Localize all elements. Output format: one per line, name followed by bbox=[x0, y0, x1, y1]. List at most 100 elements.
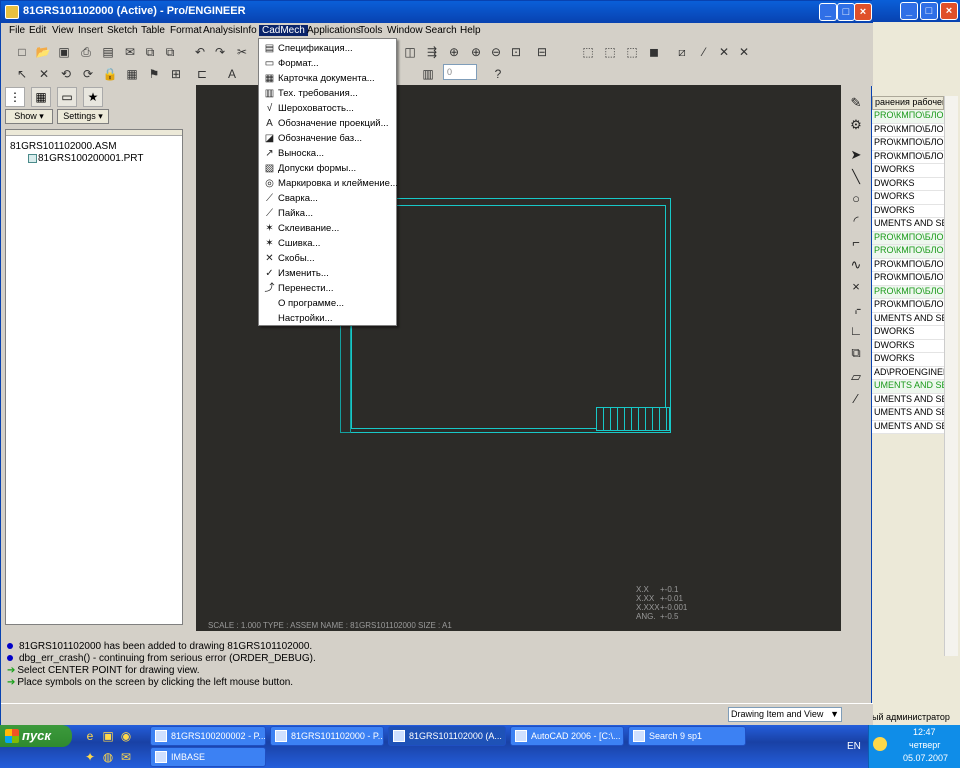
tray-icon[interactable] bbox=[873, 737, 887, 751]
minimize-icon[interactable]: _ bbox=[819, 3, 837, 21]
datum-plane-icon[interactable]: ⧄ bbox=[673, 43, 691, 61]
taskbar-button[interactable]: 81GRS101102000 - P... bbox=[270, 726, 384, 746]
cadmech-menu-item[interactable]: ✶ Склеивание... bbox=[261, 221, 395, 236]
mirror-icon[interactable]: ⧉ bbox=[845, 343, 867, 363]
redo-icon[interactable]: ↷ bbox=[211, 43, 229, 61]
menu-sketch[interactable]: Sketch bbox=[104, 25, 141, 36]
bg-file-row[interactable]: PRO\КМПО\БЛОК bbox=[872, 231, 944, 245]
text-icon[interactable]: A bbox=[223, 65, 241, 83]
cadmech-menu-item[interactable]: ◎ Маркировка и клеймение... bbox=[261, 176, 398, 191]
mail-icon[interactable]: ✉ bbox=[121, 43, 139, 61]
bg-file-row[interactable]: PRO\КМПО\БЛОК bbox=[872, 137, 944, 151]
bg-file-row[interactable]: DWORKS bbox=[872, 177, 944, 191]
layer-tree-tab-icon[interactable]: ▦ bbox=[31, 87, 51, 107]
line-icon[interactable]: ╲ bbox=[845, 167, 867, 187]
quicklaunch-desktop-icon[interactable]: ▣ bbox=[100, 728, 116, 744]
open-folder-icon[interactable]: 📂 bbox=[34, 43, 52, 61]
align-icon[interactable]: ⊏ bbox=[193, 65, 211, 83]
quicklaunch-ie-icon[interactable]: e bbox=[82, 728, 98, 744]
bg-file-row[interactable]: AD\PROENGINEER\ bbox=[872, 366, 944, 380]
maximize-icon[interactable]: □ bbox=[837, 3, 855, 21]
bg-file-row[interactable]: DWORKS bbox=[872, 204, 944, 218]
select-icon[interactable]: ↖ bbox=[13, 65, 31, 83]
datum-point-icon[interactable]: ✕ bbox=[715, 43, 733, 61]
quicklaunch-media-icon[interactable]: ◉ bbox=[118, 728, 134, 744]
layers-icon[interactable]: ⊞ bbox=[167, 65, 185, 83]
cadmech-menu-item[interactable]: ◪ Обозначение баз... bbox=[261, 131, 395, 146]
start-button[interactable]: пуск bbox=[0, 725, 72, 747]
model-tree-icon[interactable]: ⚑ bbox=[145, 65, 163, 83]
bg-file-row[interactable]: DWORKS bbox=[872, 353, 944, 367]
bg-file-row[interactable]: PRO\КМПО\БЛОК bbox=[872, 123, 944, 137]
refresh-icon[interactable]: ⟳ bbox=[79, 65, 97, 83]
menu-edit[interactable]: Edit bbox=[26, 25, 49, 36]
menu-cadmech[interactable]: CadMech bbox=[259, 25, 308, 36]
menu-applications[interactable]: Applications bbox=[304, 25, 364, 36]
orient-icon[interactable]: ⊟ bbox=[533, 43, 551, 61]
bg-file-row[interactable]: PRO\КМПО\БЛОК bbox=[872, 272, 944, 286]
pointer-icon[interactable]: ➤ bbox=[845, 145, 867, 165]
cadmech-menu-item[interactable]: ✓ Изменить... bbox=[261, 266, 395, 281]
spline-icon[interactable]: ∿ bbox=[845, 255, 867, 275]
menu-view[interactable]: View bbox=[49, 25, 77, 36]
quicklaunch-app2-icon[interactable]: ◍ bbox=[100, 749, 116, 765]
bg-file-row[interactable]: PRO\КМПО\БЛОК bbox=[872, 285, 944, 299]
print-preview-icon[interactable]: ▤ bbox=[99, 43, 117, 61]
save-icon[interactable]: ▣ bbox=[55, 43, 73, 61]
bg-file-row[interactable]: UMENTS AND SETT bbox=[872, 218, 944, 232]
bg-file-row[interactable]: PRO\КМПО\БЛОК bbox=[872, 299, 944, 313]
taskbar-button[interactable]: Search 9 sp1 bbox=[628, 726, 746, 746]
folder-browser-tab-icon[interactable]: ▭ bbox=[57, 87, 77, 107]
menu-table[interactable]: Table bbox=[138, 25, 168, 36]
cadmech-menu-item[interactable]: ⟋ Сварка... bbox=[261, 191, 395, 206]
taskbar-button[interactable]: AutoCAD 2006 - [C:\... bbox=[510, 726, 624, 746]
model-tree-tab-icon[interactable]: ⋮ bbox=[5, 87, 25, 107]
show-dropdown[interactable]: Show ▾ bbox=[5, 109, 53, 124]
bg-file-row[interactable]: PRO\КМПО\БЛОК bbox=[872, 245, 944, 259]
background-file-list[interactable]: ранения рабочей PRO\КМПО\БЛОК PRO\КМПО\БЛ… bbox=[872, 96, 944, 434]
tree-item-assembly[interactable]: 81GRS101102000.ASM bbox=[10, 141, 117, 152]
bg-file-row[interactable]: PRO\КМПО\БЛОК bbox=[872, 110, 944, 124]
bg-maximize-icon[interactable]: □ bbox=[920, 2, 938, 20]
cadmech-menu-item[interactable]: О программе... bbox=[261, 296, 395, 311]
cadmech-menu-item[interactable]: ⤴ Перенести... bbox=[261, 281, 395, 296]
language-indicator[interactable]: EN bbox=[847, 741, 861, 752]
settings-dropdown[interactable]: Settings ▾ bbox=[57, 109, 109, 124]
tree-item-part[interactable]: 81GRS100200001.PRT bbox=[38, 153, 143, 164]
circle-icon[interactable]: ○ bbox=[845, 189, 867, 209]
bg-column-header[interactable]: ранения рабочей bbox=[872, 96, 944, 110]
bg-file-row[interactable]: UMENTS AND SETT bbox=[872, 312, 944, 326]
wireframe-icon[interactable]: ⬚ bbox=[579, 43, 597, 61]
chevron-down-icon[interactable]: ▼ bbox=[830, 708, 839, 721]
point-icon[interactable]: × bbox=[845, 277, 867, 297]
window-titlebar[interactable]: 81GRS101102000 (Active) - Pro/ENGINEER _… bbox=[1, 1, 873, 23]
bg-file-row[interactable]: DWORKS bbox=[872, 164, 944, 178]
quicklaunch-app3-icon[interactable]: ✉ bbox=[118, 749, 134, 765]
taskbar-button[interactable]: 81GRS101102000 (A... bbox=[388, 726, 506, 746]
bg-close-icon[interactable]: × bbox=[940, 2, 958, 20]
cadmech-menu-item[interactable]: √ Шероховатость... bbox=[261, 101, 395, 116]
zoom-fit-icon[interactable]: ⊡ bbox=[507, 43, 525, 61]
shading-icon[interactable]: ◼ bbox=[645, 43, 663, 61]
cut-icon[interactable]: ⧉ bbox=[141, 43, 159, 61]
cadmech-menu-item[interactable]: ▤ Спецификация... bbox=[261, 41, 395, 56]
view-manager-icon[interactable]: ▦ bbox=[123, 65, 141, 83]
bg-file-row[interactable]: UMENTS AND SETT bbox=[872, 407, 944, 421]
quicklaunch-app1-icon[interactable]: ✦ bbox=[82, 749, 98, 765]
bg-scrollbar[interactable] bbox=[944, 96, 958, 656]
no-hidden-icon[interactable]: ⬚ bbox=[623, 43, 641, 61]
taskbar-button[interactable]: 81GRS100200002 - P... bbox=[150, 726, 266, 746]
print-icon[interactable]: ⎙ bbox=[77, 43, 95, 61]
bg-file-row[interactable]: DWORKS bbox=[872, 326, 944, 340]
arc-icon[interactable]: ◜ bbox=[845, 211, 867, 231]
zoom-icon[interactable]: ⊕ bbox=[445, 43, 463, 61]
menu-file[interactable]: File bbox=[6, 25, 28, 36]
taskbar-button[interactable]: IMBASE bbox=[150, 747, 266, 767]
selection-filter-dropdown[interactable]: Drawing Item and View ▼ bbox=[728, 707, 842, 722]
use-edge-icon[interactable]: ∟ bbox=[845, 321, 867, 341]
background-window-titlebar[interactable]: _ □ × bbox=[872, 0, 960, 22]
model-tree[interactable]: 81GRS101102000.ASM 81GRS100200001.PRT bbox=[5, 129, 183, 625]
bg-file-row[interactable]: UMENTS AND SETT bbox=[872, 393, 944, 407]
bg-file-row[interactable]: DWORKS bbox=[872, 339, 944, 353]
fillet-icon[interactable]: ⌐ bbox=[845, 233, 867, 253]
